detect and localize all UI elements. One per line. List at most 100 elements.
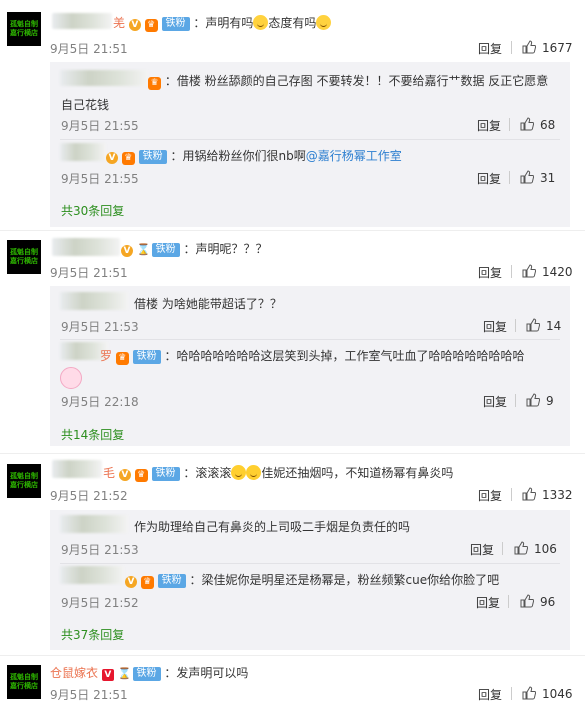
fans-badge[interactable]: 铁粉 bbox=[157, 574, 186, 588]
username[interactable]: 羌 bbox=[113, 16, 125, 30]
comment-header: 仓鼠嫁衣 V ⌛ 铁粉 ：发声明可以吗 bbox=[50, 664, 248, 681]
reply-text: ：借楼 粉丝舔颜的自己存图 不要转发！！不要给嘉行艹数据 反正它愿意 bbox=[164, 74, 549, 88]
level-icon: ♛ bbox=[115, 352, 129, 365]
hourglass-icon: ⌛ bbox=[117, 667, 132, 680]
like-count: 14 bbox=[546, 319, 562, 333]
fans-badge[interactable]: 铁粉 bbox=[138, 150, 167, 164]
divider bbox=[509, 118, 510, 131]
smile-emoji-icon bbox=[253, 15, 269, 30]
verified-icon: V bbox=[118, 469, 131, 481]
comment-text: ：声明呢？？？ bbox=[183, 242, 268, 256]
divider bbox=[508, 595, 509, 608]
reply-button[interactable]: 回复 bbox=[478, 40, 502, 57]
like-button[interactable]: 106 bbox=[514, 541, 557, 556]
reply-button[interactable]: 回复 bbox=[483, 318, 507, 335]
like-button[interactable]: 1420 bbox=[522, 264, 573, 279]
like-count: 68 bbox=[540, 118, 556, 132]
divider bbox=[502, 542, 503, 555]
comment-text: ：发声明可以吗 bbox=[164, 666, 249, 680]
comment-text-2: 佳妮还抽烟吗，不知道杨幂有鼻炎吗 bbox=[261, 466, 454, 480]
level-icon: ♛ bbox=[148, 77, 161, 90]
comment-text: ：声明有吗 bbox=[193, 16, 254, 30]
divider bbox=[511, 488, 512, 501]
reply-text: ：哈哈哈哈哈哈哈这层笑到头掉，工作室气吐血了哈哈哈哈哈哈哈哈 bbox=[164, 349, 525, 363]
level-icon: ♛ bbox=[140, 576, 154, 589]
like-button[interactable]: 68 bbox=[520, 117, 555, 132]
more-replies-link[interactable]: 共14条回复 bbox=[61, 426, 124, 443]
like-button[interactable]: 1046 bbox=[522, 686, 573, 701]
reply-button[interactable]: 回复 bbox=[478, 686, 502, 703]
fans-badge[interactable]: 铁粉 bbox=[151, 243, 180, 257]
comment-text: ：滚滚滚 bbox=[183, 466, 232, 480]
like-button[interactable]: 31 bbox=[520, 170, 555, 185]
more-replies-link[interactable]: 共30条回复 bbox=[61, 202, 124, 219]
comment-header: 毛 V ♛ 铁粉 ：滚滚滚 佳妮还抽烟吗，不知道杨幂有鼻炎吗 bbox=[103, 464, 453, 482]
blurred-username bbox=[60, 566, 124, 584]
thumb-up-icon bbox=[520, 117, 534, 131]
smile-emoji-icon bbox=[316, 15, 332, 30]
thumb-up-icon bbox=[522, 264, 536, 278]
divider bbox=[509, 171, 510, 184]
fans-badge[interactable]: 铁粉 bbox=[132, 350, 161, 364]
username[interactable]: 毛 bbox=[103, 466, 115, 480]
comment-divider bbox=[0, 655, 585, 656]
reply-button[interactable]: 回复 bbox=[478, 264, 502, 281]
level-icon: ♛ bbox=[134, 469, 148, 482]
comment-time: 9月5日 21:51 bbox=[50, 688, 128, 702]
fans-badge[interactable]: 铁粉 bbox=[151, 467, 180, 481]
comment-divider bbox=[0, 453, 585, 454]
verified-icon: V bbox=[128, 19, 141, 31]
divider bbox=[515, 394, 516, 407]
like-count: 1677 bbox=[542, 41, 573, 55]
fans-badge[interactable]: 铁粉 bbox=[132, 667, 161, 681]
like-button[interactable]: 9 bbox=[526, 393, 554, 408]
reply-time: 9月5日 22:18 bbox=[61, 395, 139, 409]
more-replies-link[interactable]: 共37条回复 bbox=[61, 626, 124, 643]
reply-divider bbox=[60, 139, 560, 140]
mention-link[interactable]: @嘉行杨幂工作室 bbox=[306, 149, 402, 163]
reply-divider bbox=[60, 339, 560, 340]
comment-time: 9月5日 21:51 bbox=[50, 266, 128, 280]
reply-button[interactable]: 回复 bbox=[478, 487, 502, 504]
like-button[interactable]: 1677 bbox=[522, 40, 573, 55]
blurred-username bbox=[60, 70, 148, 86]
thumb-up-icon bbox=[526, 393, 540, 407]
like-button[interactable]: 14 bbox=[526, 318, 561, 333]
like-button[interactable]: 1332 bbox=[522, 487, 573, 502]
avatar[interactable]: 孤魁自制 嘉行横店 bbox=[7, 240, 41, 274]
verified-icon: V bbox=[106, 152, 118, 164]
avatar[interactable]: 孤魁自制 嘉行横店 bbox=[7, 665, 41, 699]
reply-time: 9月5日 21:52 bbox=[61, 596, 139, 610]
reply-text: 作为助理给自己有鼻炎的上司吸二手烟是负责任的吗 bbox=[134, 520, 411, 534]
reply-box bbox=[50, 286, 570, 446]
avatar[interactable]: 孤魁自制 嘉行横店 bbox=[7, 464, 41, 498]
comment-header: V ⌛ 铁粉 ：声明呢？？？ bbox=[121, 240, 268, 257]
like-button[interactable]: 96 bbox=[520, 594, 555, 609]
comment-time: 9月5日 21:51 bbox=[50, 42, 128, 56]
username[interactable]: 罗 bbox=[100, 349, 112, 363]
avatar[interactable]: 孤魁自制 嘉行横店 bbox=[7, 12, 41, 46]
reply-header: 罗 ♛ 铁粉 ：哈哈哈哈哈哈哈这层笑到头掉，工作室气吐血了哈哈哈哈哈哈哈哈 bbox=[100, 347, 525, 365]
divider bbox=[515, 319, 516, 332]
thumb-up-icon bbox=[522, 487, 536, 501]
reply-button[interactable]: 回复 bbox=[477, 170, 501, 187]
reply-text: ：梁佳妮你是明星还是杨幂是，粉丝频繁cue你给你脸了吧 bbox=[189, 573, 500, 587]
comment-divider bbox=[0, 230, 585, 231]
blurred-username bbox=[60, 143, 106, 161]
reply-button[interactable]: 回复 bbox=[470, 541, 494, 558]
like-count: 1420 bbox=[542, 265, 573, 279]
username[interactable]: 仓鼠嫁衣 bbox=[50, 666, 98, 680]
thumb-up-icon bbox=[522, 686, 536, 700]
thumb-up-icon bbox=[526, 318, 540, 332]
comment-header: 羌 V ♛ 铁粉 ：声明有吗 态度有吗 bbox=[113, 14, 332, 32]
reply-divider bbox=[60, 563, 560, 564]
level-icon: ♛ bbox=[144, 19, 158, 32]
reply-button[interactable]: 回复 bbox=[483, 393, 507, 410]
comment-text-2: 态度有吗 bbox=[268, 16, 317, 30]
thumb-up-icon bbox=[522, 40, 536, 54]
reply-button[interactable]: 回复 bbox=[477, 117, 501, 134]
fans-badge[interactable]: 铁粉 bbox=[161, 17, 190, 31]
reply-button[interactable]: 回复 bbox=[476, 594, 500, 611]
thumb-up-icon bbox=[520, 170, 534, 184]
blurred-username bbox=[60, 515, 128, 533]
